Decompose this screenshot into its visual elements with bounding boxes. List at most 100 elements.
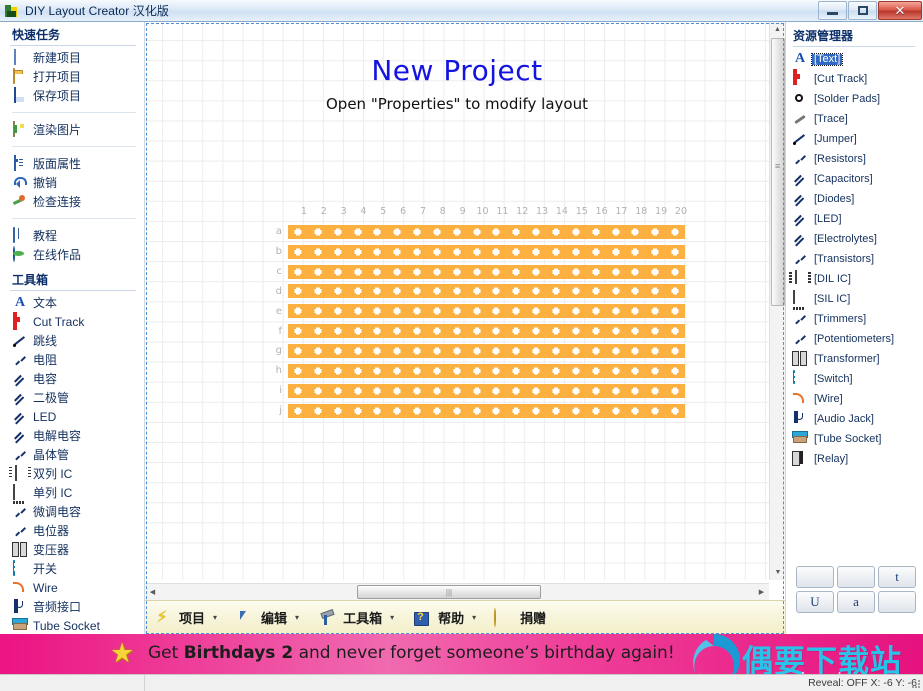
solder-pad[interactable] xyxy=(645,384,665,398)
solder-pad[interactable] xyxy=(348,324,368,338)
toolbox-item-sil-ic[interactable]: 单列 IC xyxy=(0,483,144,502)
solder-pad[interactable] xyxy=(606,304,626,318)
solder-pad[interactable] xyxy=(625,384,645,398)
solder-pad[interactable] xyxy=(308,245,328,259)
board-strip[interactable] xyxy=(288,343,685,358)
solder-pad[interactable] xyxy=(447,265,467,279)
solder-pad[interactable] xyxy=(407,304,427,318)
solder-pad[interactable] xyxy=(506,384,526,398)
toolbox-item-transistor[interactable]: 晶体管 xyxy=(0,445,144,464)
solder-pad[interactable] xyxy=(546,324,566,338)
solder-pad[interactable] xyxy=(447,225,467,239)
board-strip[interactable] xyxy=(288,224,685,239)
solder-pad[interactable] xyxy=(566,265,586,279)
solder-pad[interactable] xyxy=(407,344,427,358)
scroll-down-icon[interactable]: ▼ xyxy=(770,565,785,580)
solder-pad[interactable] xyxy=(645,364,665,378)
toolbox-item-resistor[interactable]: 电阻 xyxy=(0,350,144,369)
solder-pad[interactable] xyxy=(486,324,506,338)
resource-item-cut-track[interactable]: [Cut Track] xyxy=(786,69,923,89)
solder-pad[interactable] xyxy=(645,225,665,239)
solder-pad[interactable] xyxy=(288,324,308,338)
menu-edit[interactable]: 编辑 ▾ xyxy=(227,601,309,635)
menu-toolbox[interactable]: 工具箱 ▾ xyxy=(309,601,404,635)
solder-pad[interactable] xyxy=(606,245,626,259)
font-button-normal[interactable]: a xyxy=(837,591,875,613)
solder-pad[interactable] xyxy=(387,265,407,279)
solder-pad[interactable] xyxy=(427,245,447,259)
resource-item-transformer[interactable]: [Transformer] xyxy=(786,349,923,369)
board-row[interactable]: a xyxy=(268,222,685,242)
solder-pad[interactable] xyxy=(645,245,665,259)
solder-pad[interactable] xyxy=(665,245,685,259)
solder-pad[interactable] xyxy=(486,245,506,259)
solder-pad[interactable] xyxy=(467,284,487,298)
solder-pad[interactable] xyxy=(367,364,387,378)
menu-donate[interactable]: 捐赠 xyxy=(486,601,554,635)
solder-pad[interactable] xyxy=(486,265,506,279)
solder-pad[interactable] xyxy=(467,324,487,338)
solder-pad[interactable] xyxy=(665,384,685,398)
solder-pad[interactable] xyxy=(586,245,606,259)
solder-pad[interactable] xyxy=(625,404,645,418)
solder-pad[interactable] xyxy=(427,284,447,298)
board-row[interactable]: c xyxy=(268,262,685,282)
solder-pad[interactable] xyxy=(526,265,546,279)
solder-pad[interactable] xyxy=(506,364,526,378)
solder-pad[interactable] xyxy=(526,324,546,338)
solder-pad[interactable] xyxy=(546,225,566,239)
solder-pad[interactable] xyxy=(526,384,546,398)
solder-pad[interactable] xyxy=(546,265,566,279)
toolbox-item-switch[interactable]: 开关 xyxy=(0,559,144,578)
solder-pad[interactable] xyxy=(506,404,526,418)
solder-pad[interactable] xyxy=(348,245,368,259)
solder-pad[interactable] xyxy=(486,364,506,378)
canvas-vertical-scrollbar[interactable]: ▲ ▼ xyxy=(769,22,785,580)
scroll-right-icon[interactable]: ▶ xyxy=(754,588,769,596)
board-strip[interactable] xyxy=(288,244,685,259)
canvas-horizontal-scrollbar[interactable]: ◀ ||| ▶ xyxy=(145,583,769,600)
board-row[interactable]: e xyxy=(268,301,685,321)
solder-pad[interactable] xyxy=(566,284,586,298)
solder-pad[interactable] xyxy=(486,404,506,418)
solder-pad[interactable] xyxy=(566,384,586,398)
solder-pad[interactable] xyxy=(665,364,685,378)
solder-pad[interactable] xyxy=(328,304,348,318)
sidebar-item-new-project[interactable]: 新建项目 xyxy=(0,48,144,67)
solder-pad[interactable] xyxy=(467,245,487,259)
resource-item-jumper[interactable]: [Jumper] xyxy=(786,129,923,149)
solder-pad[interactable] xyxy=(367,344,387,358)
sidebar-item-online-gallery[interactable]: 在线作品 xyxy=(0,245,144,264)
solder-pad[interactable] xyxy=(665,284,685,298)
board-strip[interactable] xyxy=(288,383,685,398)
solder-pad[interactable] xyxy=(308,225,328,239)
sidebar-item-check-connectivity[interactable]: 检查连接 xyxy=(0,192,144,211)
menu-help[interactable]: 帮助 ▾ xyxy=(404,601,486,635)
resource-item-wire[interactable]: [Wire] xyxy=(786,389,923,409)
solder-pad[interactable] xyxy=(407,364,427,378)
solder-pad[interactable] xyxy=(526,364,546,378)
maximize-button[interactable] xyxy=(848,1,877,20)
solder-pad[interactable] xyxy=(506,324,526,338)
solder-pad[interactable] xyxy=(387,225,407,239)
toolbox-item-cut-track[interactable]: Cut Track xyxy=(0,311,144,331)
solder-pad[interactable] xyxy=(308,284,328,298)
solder-pad[interactable] xyxy=(486,344,506,358)
solder-pad[interactable] xyxy=(625,304,645,318)
solder-pad[interactable] xyxy=(546,364,566,378)
solder-pad[interactable] xyxy=(328,364,348,378)
board-strip[interactable] xyxy=(288,284,685,299)
solder-pad[interactable] xyxy=(586,324,606,338)
solder-pad[interactable] xyxy=(467,384,487,398)
resource-item-trace[interactable]: [Trace] xyxy=(786,109,923,129)
chevron-down-icon[interactable]: ▾ xyxy=(295,613,309,622)
solder-pad[interactable] xyxy=(606,344,626,358)
solder-pad[interactable] xyxy=(308,404,328,418)
solder-pad[interactable] xyxy=(427,225,447,239)
solder-pad[interactable] xyxy=(348,284,368,298)
toolbox-item-dil-ic[interactable]: 双列 IC xyxy=(0,464,144,483)
solder-pad[interactable] xyxy=(387,245,407,259)
toolbox-item-wire[interactable]: Wire xyxy=(0,578,144,597)
solder-pad[interactable] xyxy=(625,324,645,338)
solder-pad[interactable] xyxy=(407,284,427,298)
